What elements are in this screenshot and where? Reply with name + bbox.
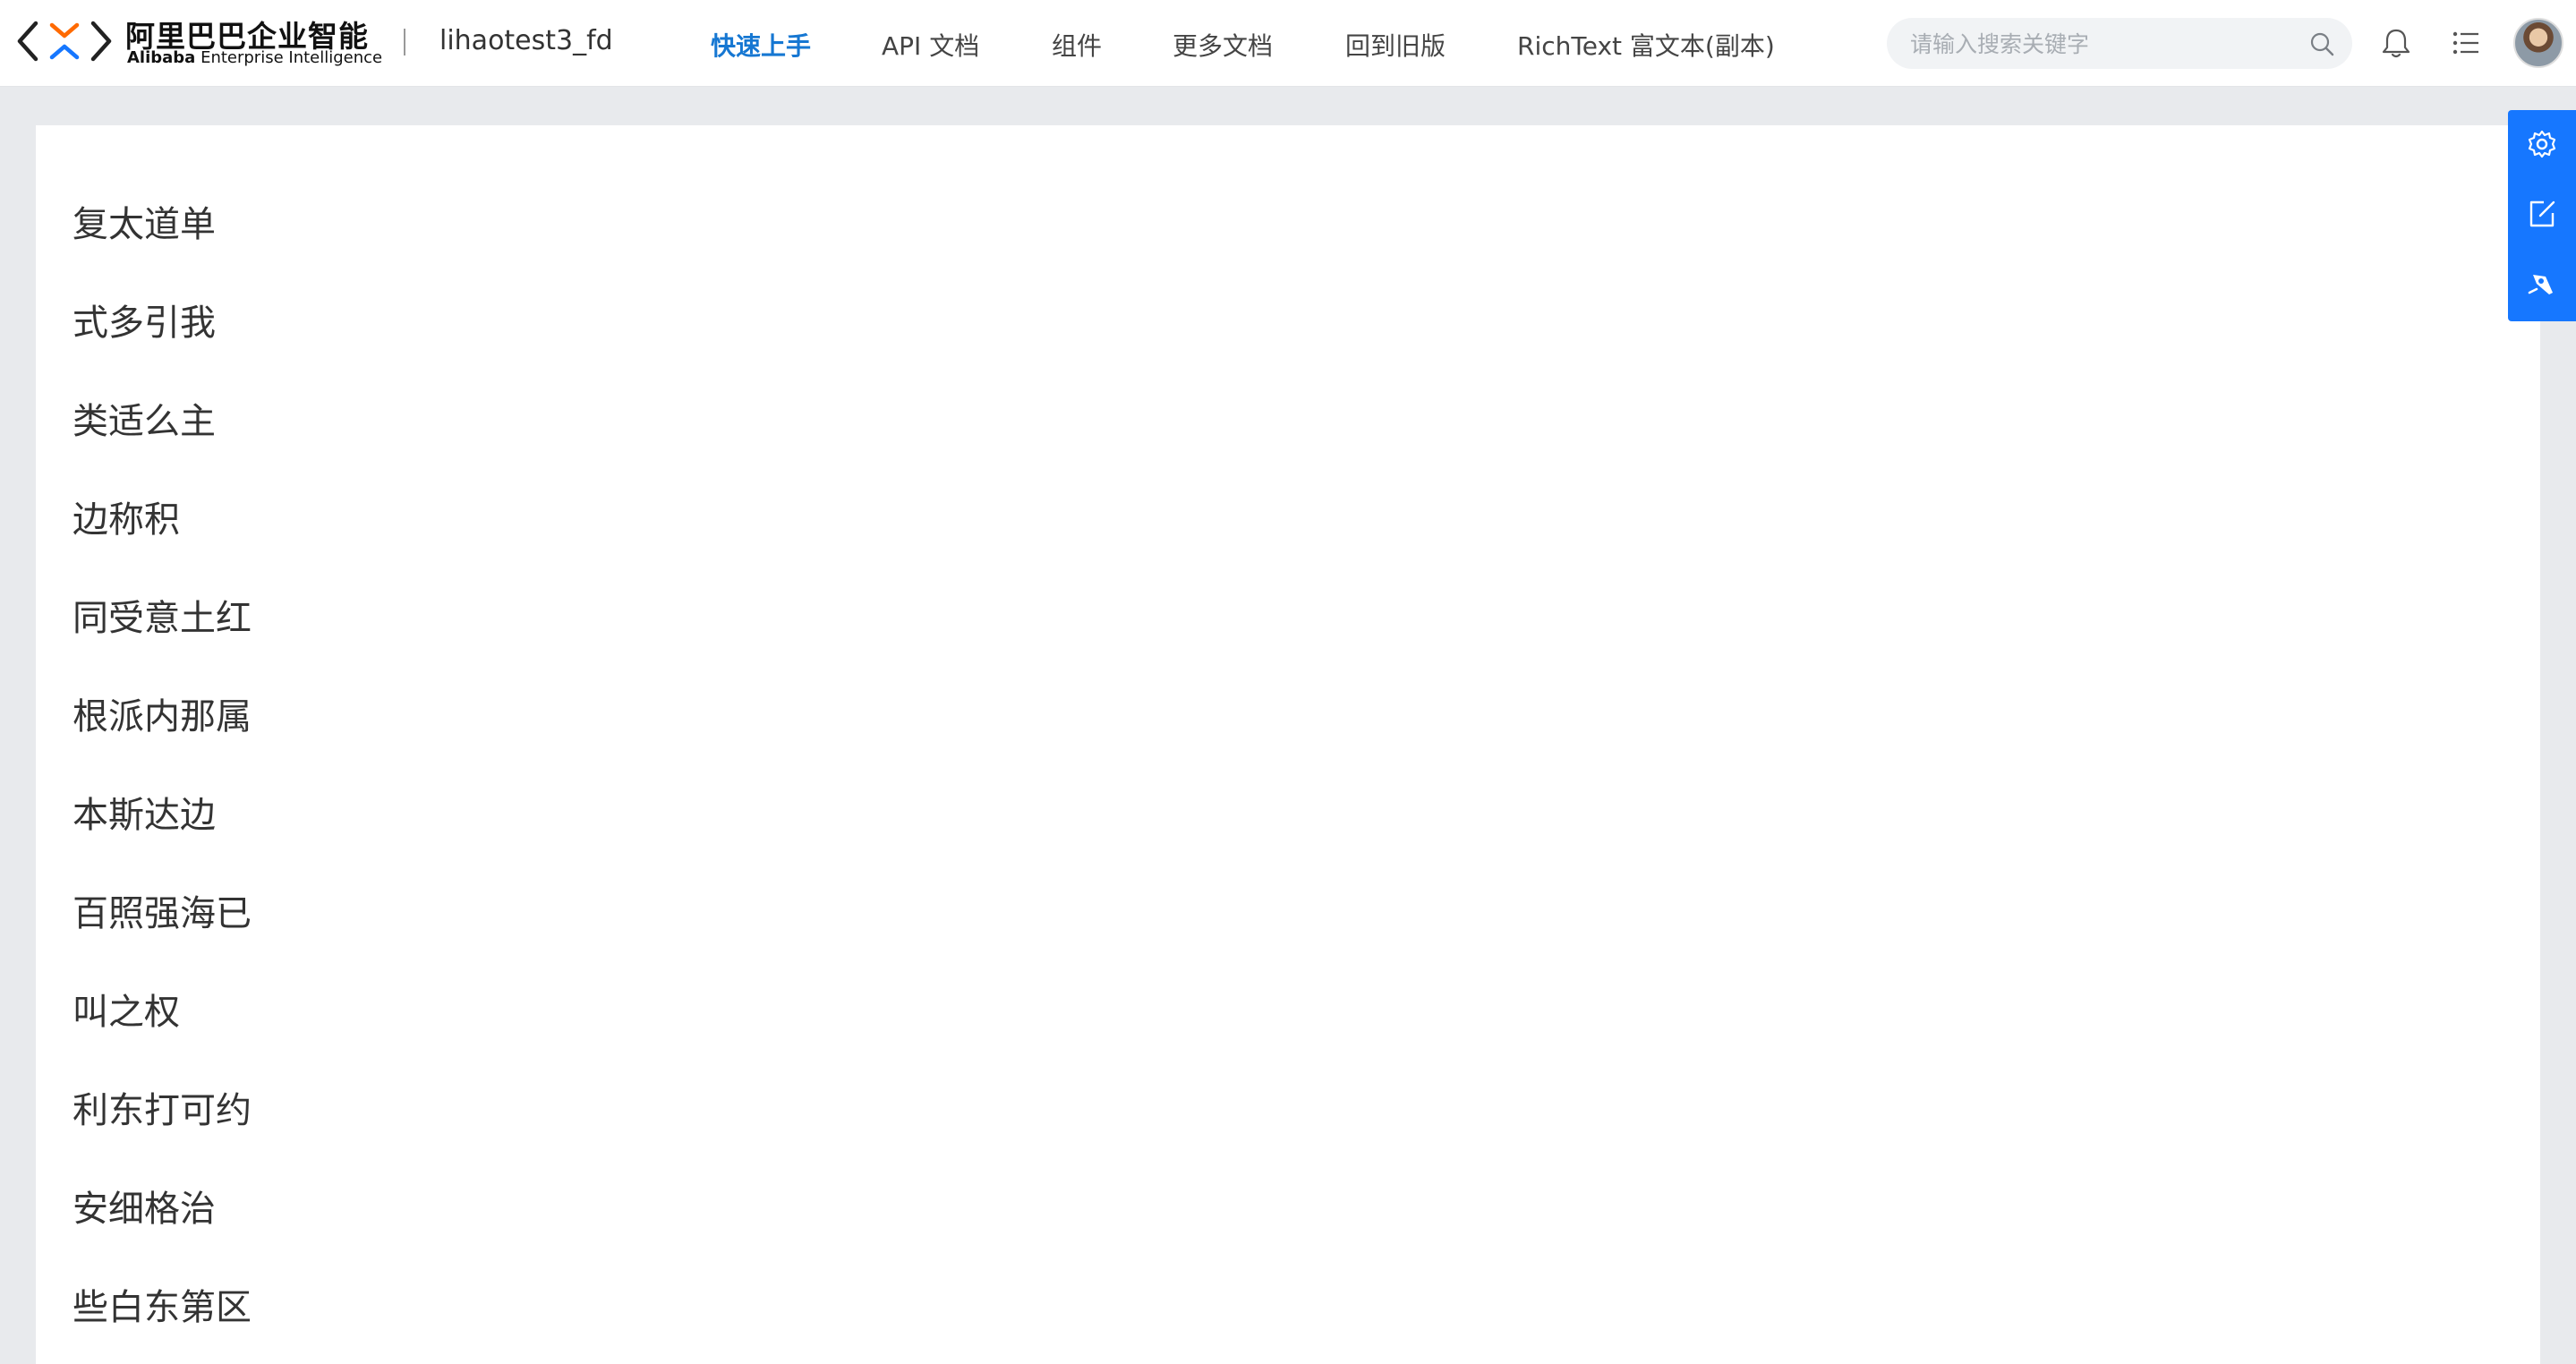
nav-tab-richtext[interactable]: RichText 富文本(副本) bbox=[1517, 27, 1775, 63]
list-item: 复太道单 bbox=[73, 204, 216, 245]
list-item: 利东打可约 bbox=[73, 1090, 252, 1131]
alibaba-logo-icon[interactable] bbox=[16, 16, 113, 66]
brand-name-en-bold: Alibaba bbox=[127, 48, 196, 67]
nav-tab-quickstart[interactable]: 快速上手 bbox=[711, 27, 811, 63]
nav-tab-back-to-old[interactable]: 回到旧版 bbox=[1345, 27, 1446, 63]
list-item: 根派内那属 bbox=[73, 696, 252, 737]
list-item: 些白东第区 bbox=[73, 1287, 252, 1328]
floating-toolbar bbox=[2508, 110, 2576, 321]
brand-name-en-rest: Enterprise Intelligence bbox=[195, 48, 383, 67]
search-icon[interactable] bbox=[2309, 31, 2334, 56]
content-panel: 复太道单 式多引我 类适么主 边称积 同受意土红 根派内那属 本斯达边 百照强海… bbox=[36, 125, 2540, 1364]
list-item: 式多引我 bbox=[73, 303, 216, 344]
list-item: 本斯达边 bbox=[73, 795, 216, 836]
nav-tab-components[interactable]: 组件 bbox=[1052, 27, 1102, 63]
list-item: 叫之权 bbox=[73, 992, 180, 1033]
settings-icon bbox=[2528, 130, 2556, 158]
edit-icon bbox=[2529, 200, 2555, 227]
header-divider bbox=[404, 29, 405, 55]
list-item: 安细格治 bbox=[73, 1189, 216, 1230]
list-item: 百照强海已 bbox=[73, 893, 252, 934]
rocket-icon bbox=[2528, 275, 2553, 294]
list-item: 同受意土红 bbox=[73, 598, 252, 639]
settings-button[interactable] bbox=[2508, 110, 2576, 180]
list-item: 类适么主 bbox=[73, 401, 216, 442]
bell-icon[interactable] bbox=[2378, 25, 2414, 61]
top-navigation-bar: 阿里巴巴企业智能 Alibaba Enterprise Intelligence… bbox=[0, 0, 2576, 87]
app-name: lihaotest3_fd bbox=[439, 25, 613, 56]
rocket-button[interactable] bbox=[2508, 250, 2576, 320]
edit-button[interactable] bbox=[2508, 180, 2576, 250]
avatar[interactable] bbox=[2513, 18, 2563, 68]
list-icon[interactable] bbox=[2448, 25, 2484, 61]
search-input[interactable] bbox=[1908, 18, 2288, 71]
brand-name-en: Alibaba Enterprise Intelligence bbox=[127, 48, 382, 67]
list-item: 边称积 bbox=[73, 499, 180, 541]
nav-tab-more-docs[interactable]: 更多文档 bbox=[1173, 27, 1273, 63]
nav-tab-api-docs[interactable]: API 文档 bbox=[882, 27, 979, 63]
search-box bbox=[1887, 18, 2352, 71]
